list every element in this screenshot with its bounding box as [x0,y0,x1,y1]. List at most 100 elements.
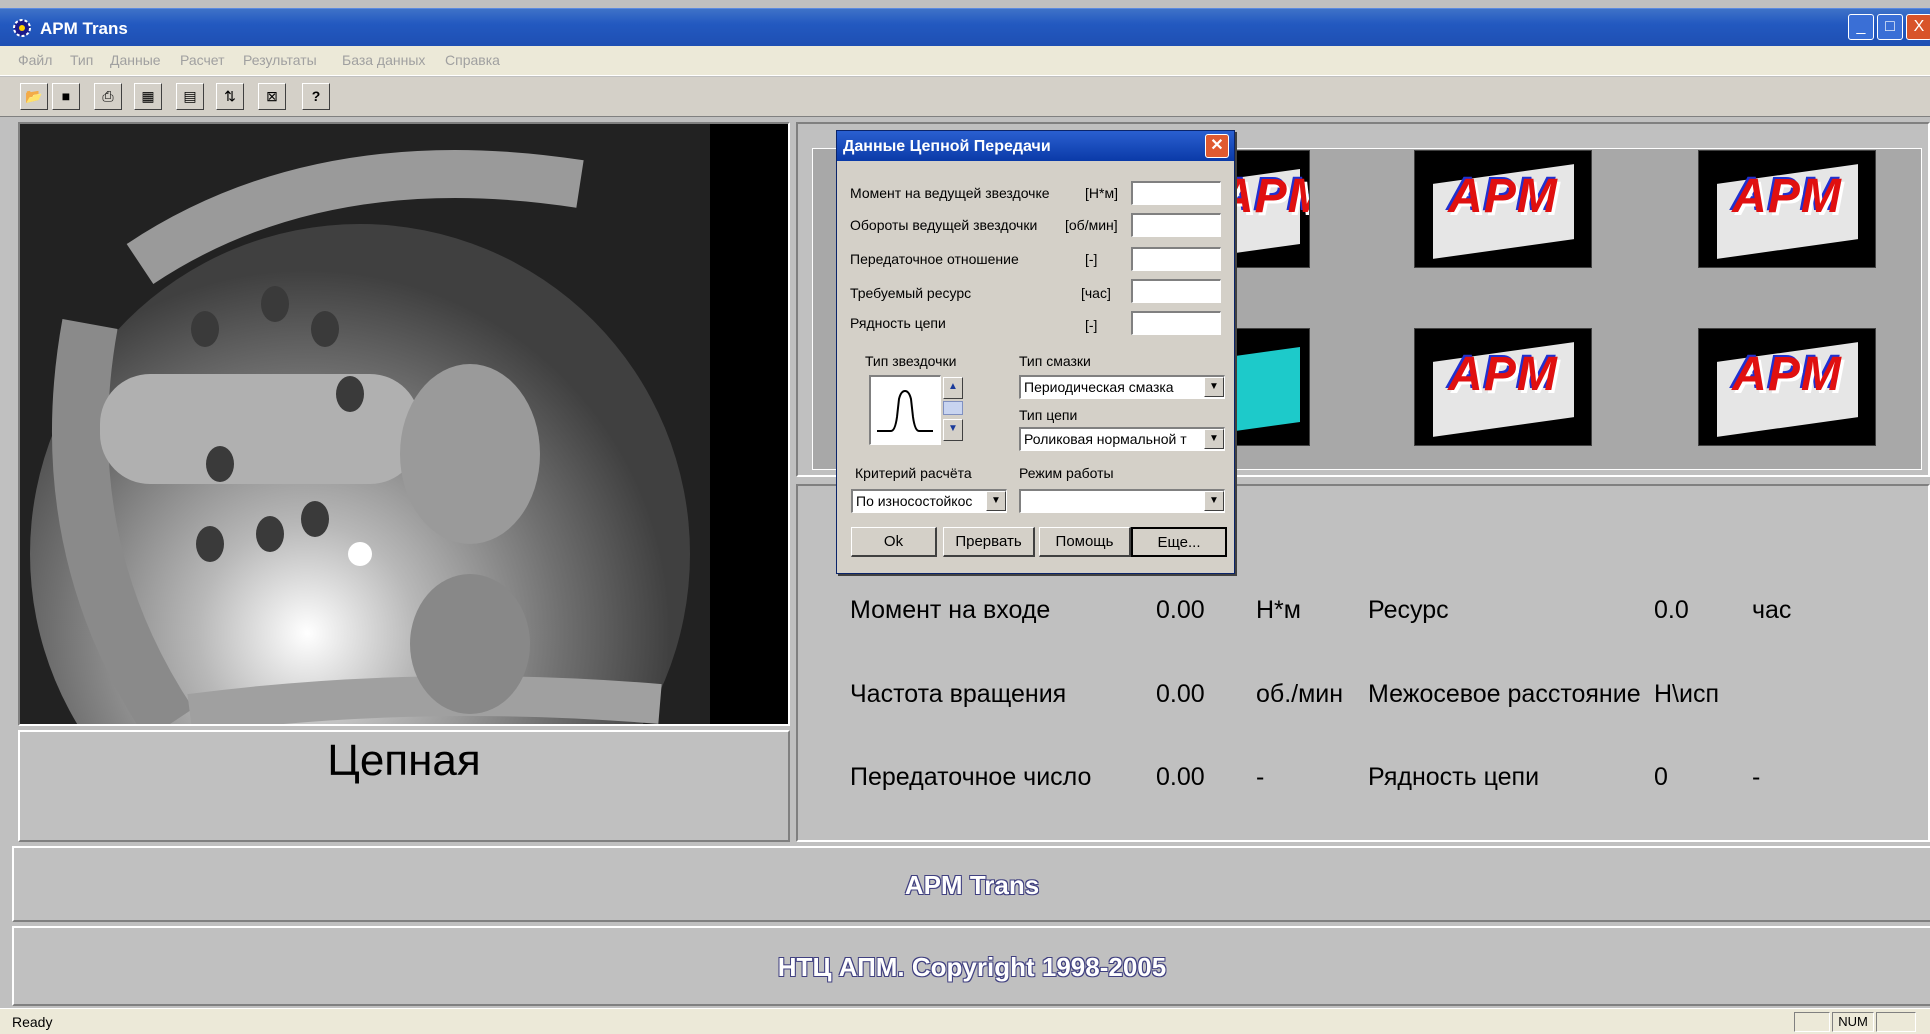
properties-icon[interactable]: ▦ [134,83,162,110]
chevron-up-icon[interactable]: ▲ [943,377,963,399]
menu-bar: Файл Тип Данные Расчет Результаты База д… [0,46,1930,76]
close-icon[interactable]: ✕ [1205,134,1229,158]
logo-tile: APM [1414,328,1592,446]
result-value: 0 [1654,763,1668,791]
chart-icon[interactable]: ⊠ [258,83,286,110]
field-label: Требуемый ресурс [850,285,972,301]
result-label: Рядность цепи [1368,763,1540,791]
copyright-banner: НТЦ АПМ. Copyright 1998-2005 [12,926,1930,1006]
sprocket-type-spinner[interactable]: ▲ ▼ [943,377,963,443]
menu-results[interactable]: Результаты [243,52,317,68]
dialog-title-bar[interactable]: Данные Цепной Передачи ✕ [837,131,1234,161]
result-label: Частота вращения [850,680,1067,708]
criterion-label: Критерий расчёта [855,465,972,481]
chevron-down-icon[interactable]: ▼ [1204,491,1224,511]
chevron-down-icon[interactable]: ▼ [943,419,963,441]
result-label: Момент на входе [850,596,1051,624]
caption-text: Цепная [327,736,481,785]
result-value: Н\исп [1654,680,1720,708]
chain-rows-input[interactable] [1131,311,1221,335]
mode-select[interactable]: ▼ [1019,489,1225,513]
copyright-text: НТЦ АПМ. Copyright 1998-2005 [777,952,1167,982]
status-panel [1794,1012,1830,1032]
result-unit: об./мин [1256,680,1344,708]
field-unit: [-] [1085,251,1098,267]
logo-tile: APM [1698,328,1876,446]
chain-sprocket-image [20,124,788,724]
chain-type-value: Роликовая нормальной т [1024,431,1187,447]
result-value: 0.00 [1156,680,1205,708]
field-unit: [Н*м] [1085,185,1118,201]
ratio-input[interactable] [1131,247,1221,271]
result-value: 0.00 [1156,763,1205,791]
help-button[interactable]: Помощь [1039,527,1131,557]
menu-file[interactable]: Файл [18,52,52,68]
mode-label: Режим работы [1019,465,1114,481]
menu-database[interactable]: База данных [342,52,425,68]
print-icon[interactable]: ⎙ [94,83,122,110]
result-label: Межосевое расстояние [1368,680,1641,708]
result-unit: - [1256,763,1265,791]
menu-type[interactable]: Тип [70,52,93,68]
product-banner: APM Trans [12,846,1930,922]
chevron-down-icon[interactable]: ▼ [1204,429,1224,449]
ok-button[interactable]: Ok [851,527,937,557]
criterion-select[interactable]: По износостойкос ▼ [851,489,1007,513]
chain-type-select[interactable]: Роликовая нормальной т ▼ [1019,427,1225,451]
criterion-value: По износостойкос [856,493,973,509]
result-label: Передаточное число [850,763,1092,791]
spinner-thumb[interactable] [943,401,963,415]
result-unit: - [1752,763,1761,791]
sprocket-tooth-icon[interactable] [869,375,941,445]
field-label: Рядность цепи [850,315,946,331]
product-name: APM Trans [904,870,1040,900]
chain-3d-view[interactable] [18,122,790,726]
cancel-button[interactable]: Прервать [943,527,1035,557]
lubrication-value: Периодическая смазка [1024,379,1174,395]
field-unit: [об/мин] [1065,217,1118,233]
save-icon[interactable]: ■ [52,83,80,110]
field-label: Передаточное отношение [850,251,1019,267]
field-label: Обороты ведущей звездочки [850,217,1038,233]
status-panel [1876,1012,1916,1032]
chevron-down-icon[interactable]: ▼ [986,491,1006,511]
maximize-button[interactable]: □ [1877,14,1903,40]
help-icon[interactable]: ? [302,83,330,110]
result-unit: час [1752,596,1792,624]
status-bar: Ready NUM [0,1008,1930,1034]
list-icon[interactable]: ▤ [176,83,204,110]
chain-type-label: Тип цепи [1019,407,1078,423]
lubrication-select[interactable]: Периодическая смазка ▼ [1019,375,1225,399]
sprocket-type-label: Тип звездочки [865,353,957,369]
menu-calculation[interactable]: Расчет [180,52,225,68]
result-value: 0.00 [1156,596,1205,624]
result-value: 0.0 [1654,596,1689,624]
logo-tile: APM [1414,150,1592,268]
chevron-down-icon[interactable]: ▼ [1204,377,1224,397]
window-title: APM Trans [40,19,128,38]
field-unit: [-] [1085,317,1098,333]
title-bar: APM Trans _ □ X [0,8,1930,46]
gear-icon [10,17,34,39]
minimize-button[interactable]: _ [1848,14,1874,40]
status-text: Ready [12,1014,53,1030]
field-unit: [час] [1081,285,1111,301]
settings-icon[interactable]: ⇅ [216,83,244,110]
resource-input[interactable] [1131,279,1221,303]
lubrication-label: Тип смазки [1019,353,1091,369]
rpm-input[interactable] [1131,213,1221,237]
close-button[interactable]: X [1906,14,1930,40]
transmission-type-caption: Цепная [18,730,790,842]
toolbar: 📂 ■ ⎙ ▦ ▤ ⇅ ⊠ ? [0,77,1930,117]
open-icon[interactable]: 📂 [20,83,48,110]
more-button[interactable]: Еще... [1131,527,1227,557]
torque-input[interactable] [1131,181,1221,205]
result-unit: Н*м [1256,596,1301,624]
result-label: Ресурс [1368,596,1449,624]
chain-transmission-dialog: Данные Цепной Передачи ✕ Момент на ведущ… [836,130,1235,574]
logo-tile: APM [1698,150,1876,268]
menu-help[interactable]: Справка [445,52,500,68]
field-label: Момент на ведущей звездочке [850,185,1050,201]
menu-data[interactable]: Данные [110,52,161,68]
dialog-title: Данные Цепной Передачи [843,138,1051,155]
